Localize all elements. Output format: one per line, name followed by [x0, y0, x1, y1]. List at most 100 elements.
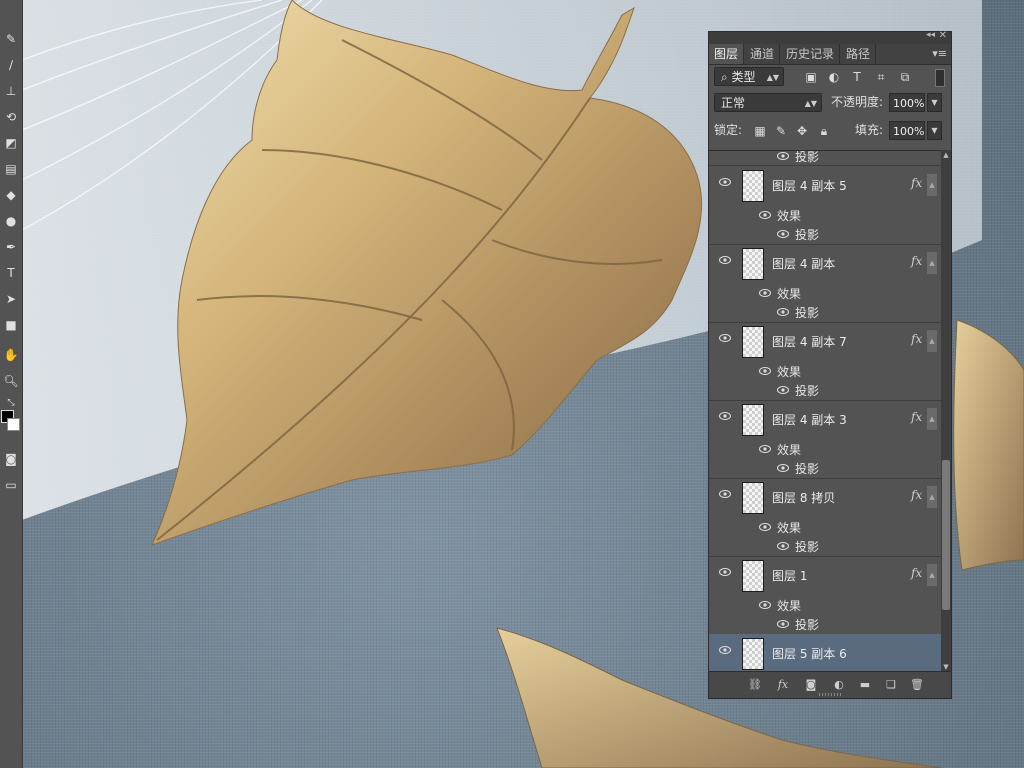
layer-name[interactable]: 图层 4 副本 5 [772, 177, 847, 194]
fill-dropdown-icon[interactable]: ▼ [927, 121, 942, 140]
effect-item[interactable]: 投影 [777, 151, 819, 166]
layer-header[interactable]: 图层 4 副本 5 fx ▲ [709, 166, 941, 204]
effects-group[interactable]: 效果 [759, 207, 801, 225]
hand-tool-icon[interactable]: ✋ [2, 346, 20, 364]
expand-effects-icon[interactable]: ▲ [927, 408, 937, 430]
eye-icon[interactable] [759, 211, 771, 219]
type-tool-icon[interactable]: T [2, 264, 20, 282]
eraser-tool-icon[interactable]: ◩ [2, 134, 20, 152]
eye-icon[interactable] [719, 178, 731, 186]
path-select-icon[interactable]: ➤ [2, 290, 20, 308]
fx-badge-icon[interactable]: fx [911, 254, 922, 268]
tab-history[interactable]: 历史记录 [781, 44, 841, 64]
filter-shape-icon[interactable]: ⌗ [873, 69, 889, 85]
effects-group[interactable]: 效果 [759, 285, 801, 303]
effect-item[interactable]: 投影 [777, 460, 819, 478]
eye-icon[interactable] [759, 367, 771, 375]
eye-icon[interactable] [719, 646, 731, 654]
lock-all-icon[interactable]: 🔒︎ [816, 123, 832, 139]
lock-pixels-icon[interactable]: ✎ [773, 123, 789, 139]
dodge-tool-icon[interactable]: ● [2, 212, 20, 230]
opacity-input[interactable]: 100% [889, 93, 925, 112]
filter-type-icon[interactable]: T [849, 69, 865, 85]
effect-item[interactable]: 投影 [777, 616, 819, 634]
layer-header[interactable]: 图层 4 副本 fx ▲ [709, 244, 941, 282]
effects-group[interactable]: 效果 [759, 519, 801, 537]
eye-icon[interactable] [777, 308, 789, 316]
panel-menu-icon[interactable]: ▾≡ [932, 47, 947, 60]
layer-name[interactable]: 图层 1 [772, 567, 807, 584]
brush-tool-icon[interactable]: ✎ [2, 30, 20, 48]
screen-mode-icon[interactable]: ▭ [2, 476, 20, 494]
layer-row[interactable]: 图层 4 副本 5 fx ▲ 效果 投影 [709, 166, 941, 245]
eye-icon[interactable] [777, 620, 789, 628]
layer-thumbnail[interactable] [742, 248, 764, 280]
layer-thumbnail[interactable] [742, 638, 764, 670]
layer-header[interactable]: 图层 8 拷贝 fx ▲ [709, 478, 941, 516]
filter-smart-object-icon[interactable]: ⧉ [897, 69, 913, 85]
layer-row[interactable]: 图层 4 副本 3 fx ▲ 效果 投影 [709, 400, 941, 479]
eye-icon[interactable] [719, 256, 731, 264]
new-layer-icon[interactable]: ❏ [883, 677, 899, 693]
layer-name[interactable]: 图层 4 副本 3 [772, 411, 847, 428]
fx-badge-icon[interactable]: fx [911, 176, 922, 190]
eye-icon[interactable] [777, 464, 789, 472]
collapse-icon[interactable]: ◂◂ [926, 30, 935, 40]
effect-item[interactable]: 投影 [777, 382, 819, 400]
close-icon[interactable]: ✕ [939, 30, 947, 41]
eye-icon[interactable] [719, 490, 731, 498]
layer-row[interactable]: 图层 1 fx ▲ 效果 投影 [709, 556, 941, 635]
fx-badge-icon[interactable]: fx [911, 566, 922, 580]
mask-icon[interactable]: ◙ [803, 677, 819, 693]
pen-tool-icon[interactable]: ✒ [2, 238, 20, 256]
layer-name[interactable]: 图层 5 副本 6 [772, 645, 847, 662]
stamp-tool-icon[interactable]: ⊥ [2, 82, 20, 100]
filter-pixel-icon[interactable]: ▣ [803, 69, 819, 85]
layer-name[interactable]: 图层 4 副本 7 [772, 333, 847, 350]
eye-icon[interactable] [759, 289, 771, 297]
eye-icon[interactable] [719, 568, 731, 576]
layer-name[interactable]: 图层 8 拷贝 [772, 489, 835, 506]
eye-icon[interactable] [719, 334, 731, 342]
layer-thumbnail[interactable] [742, 170, 764, 202]
eye-icon[interactable] [777, 542, 789, 550]
adjustment-icon[interactable]: ◐ [831, 677, 847, 693]
blur-tool-icon[interactable]: ◆ [2, 186, 20, 204]
effects-group[interactable]: 效果 [759, 441, 801, 459]
filter-toggle[interactable] [935, 69, 945, 87]
pencil-tool-icon[interactable]: ∕ [2, 56, 20, 74]
fx-icon[interactable]: fx [775, 677, 791, 693]
scroll-thumb[interactable] [942, 460, 950, 610]
fx-badge-icon[interactable]: fx [911, 410, 922, 424]
fx-badge-icon[interactable]: fx [911, 488, 922, 502]
effects-group[interactable]: 效果 [759, 363, 801, 381]
eye-icon[interactable] [719, 412, 731, 420]
layer-header[interactable]: 图层 4 副本 3 fx ▲ [709, 400, 941, 438]
fill-input[interactable]: 100% [889, 121, 925, 140]
eye-icon[interactable] [759, 601, 771, 609]
tab-channels[interactable]: 通道 [745, 44, 781, 64]
scroll-up-icon[interactable]: ▲ [941, 150, 951, 160]
shape-tool-icon[interactable]: ■ [2, 316, 20, 334]
tab-layers[interactable]: 图层 [709, 44, 745, 64]
layer-thumbnail[interactable] [742, 482, 764, 514]
zoom-tool-icon[interactable]: 🔍︎ [2, 372, 20, 390]
effects-group[interactable]: 效果 [759, 597, 801, 615]
trash-icon[interactable]: 🗑︎ [909, 677, 925, 693]
effect-item[interactable]: 投影 [777, 226, 819, 244]
expand-effects-icon[interactable]: ▲ [927, 174, 937, 196]
eye-icon[interactable] [759, 445, 771, 453]
history-brush-icon[interactable]: ⟲ [2, 108, 20, 126]
effect-item[interactable]: 投影 [777, 304, 819, 322]
layer-row[interactable]: 图层 4 副本 fx ▲ 效果 投影 [709, 244, 941, 323]
layer-header[interactable]: 图层 5 副本 6 [709, 634, 941, 672]
layer-header[interactable]: 图层 1 fx ▲ [709, 556, 941, 594]
color-swatches[interactable] [1, 410, 21, 440]
blend-mode-select[interactable]: 正常 ▲▼ [714, 93, 822, 112]
eye-icon[interactable] [759, 523, 771, 531]
resize-grip[interactable] [819, 693, 841, 696]
layer-thumbnail[interactable] [742, 560, 764, 592]
layers-scrollbar[interactable]: ▲ ▼ [941, 150, 951, 672]
lock-position-icon[interactable]: ✥ [794, 123, 810, 139]
layer-row[interactable]: 图层 8 拷贝 fx ▲ 效果 投影 [709, 478, 941, 557]
